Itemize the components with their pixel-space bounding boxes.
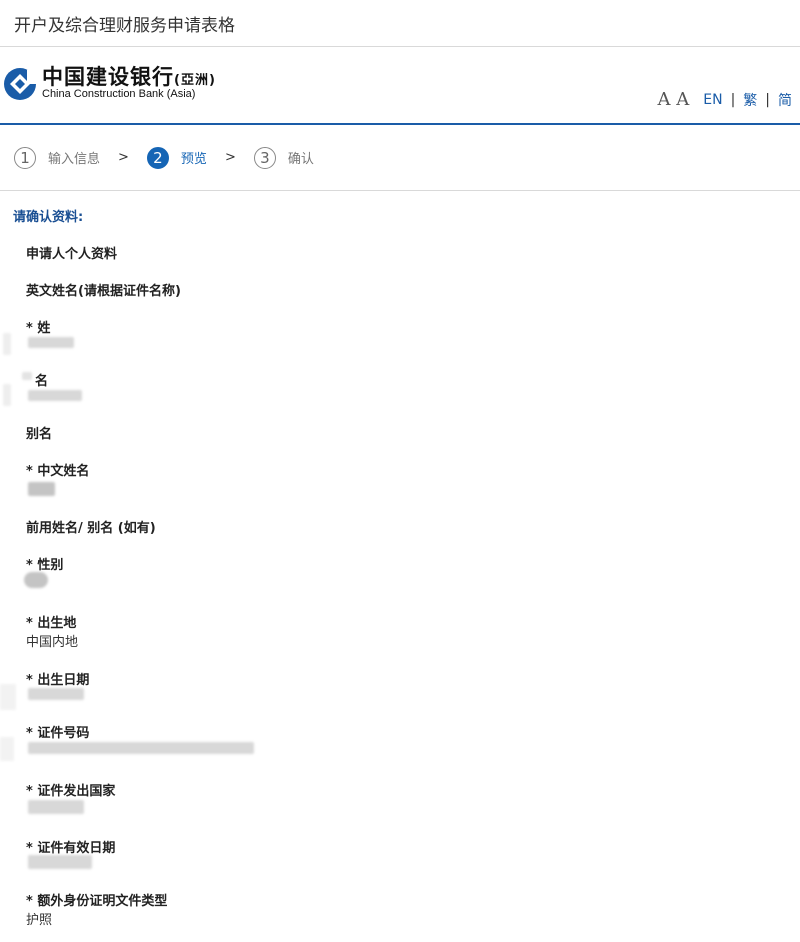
bank-name-cn: 中国建设银行 (42, 65, 174, 89)
step-number: 2 (146, 146, 169, 169)
lang-en-link[interactable]: EN (703, 92, 722, 108)
lang-simplified-link[interactable]: 简 (778, 90, 792, 110)
id-number-label: * 证件号码 (26, 726, 90, 741)
birthplace-label: * 出生地 (26, 616, 77, 631)
redaction-mark (22, 372, 32, 380)
former-name-label: 前用姓名/ 别名 (如有) (26, 521, 156, 536)
bank-name-en: China Construction Bank (Asia) (42, 88, 196, 100)
extra-id-type-value: 护照 (26, 913, 53, 928)
id-expiry-value-redacted (28, 855, 92, 869)
lang-separator: | (730, 91, 736, 108)
step-number: 3 (253, 146, 276, 169)
confirm-heading: 请确认资料: (13, 210, 84, 225)
language-bar: A A EN | 繁 | 简 (658, 89, 793, 110)
id-number-value-redacted (28, 742, 254, 754)
id-expiry-label: * 证件有效日期 (26, 841, 116, 856)
surname-label: * 姓 (26, 321, 51, 336)
step-arrow: > (118, 150, 129, 165)
birthplace-value: 中国内地 (26, 635, 79, 650)
bank-header: 中国建设银行(亞洲) China Construction Bank (Asia… (0, 47, 800, 125)
redaction-mark (3, 333, 11, 355)
birth-date-value-redacted (28, 688, 84, 700)
step-arrow: > (224, 150, 236, 165)
given-name-value-redacted (28, 390, 82, 401)
ccb-logo-icon (4, 68, 37, 100)
bank-name-cn-suffix: (亞洲) (174, 73, 216, 88)
surname-value-redacted (28, 337, 74, 348)
birth-date-label: * 出生日期 (26, 673, 90, 688)
redaction-mark (0, 684, 16, 710)
progress-steps: 1 输入信息 > 2 预览 > 3 确认 (0, 125, 800, 191)
extra-id-type-label: * 额外身份证明文件类型 (26, 894, 168, 909)
bank-logo[interactable]: 中国建设银行(亞洲) China Construction Bank (Asia… (3, 67, 216, 101)
gender-value-redacted (24, 572, 48, 588)
step-label: 确认 (287, 152, 314, 167)
id-country-value-redacted (28, 800, 84, 814)
step-preview: 2 预览 (146, 146, 207, 169)
window-title-bar: 开户及综合理财服务申请表格 (0, 0, 800, 47)
step-number: 1 (14, 146, 36, 169)
step-label: 预览 (180, 152, 207, 167)
section-english-name: 英文姓名(请根据证件名称) (26, 284, 181, 299)
redaction-mark (3, 384, 11, 406)
step-label: 输入信息 (48, 152, 101, 167)
step-confirm: 3 确认 (253, 146, 314, 169)
step-input: 1 输入信息 (14, 146, 101, 169)
gender-label: * 性别 (26, 558, 64, 573)
redaction-mark (0, 737, 14, 761)
lang-separator: | (765, 91, 770, 108)
window-title: 开户及综合理财服务申请表格 (14, 15, 235, 36)
chinese-name-value-redacted (28, 482, 55, 496)
section-personal-info: 申请人个人资料 (26, 247, 118, 262)
chinese-name-label: * 中文姓名 (26, 464, 90, 479)
id-country-label: * 证件发出国家 (26, 784, 116, 799)
lang-traditional-link[interactable]: 繁 (743, 90, 757, 110)
given-name-label: 名 (35, 374, 49, 389)
alias-label: 别名 (26, 427, 53, 442)
font-size-icon[interactable]: A A (658, 89, 690, 110)
